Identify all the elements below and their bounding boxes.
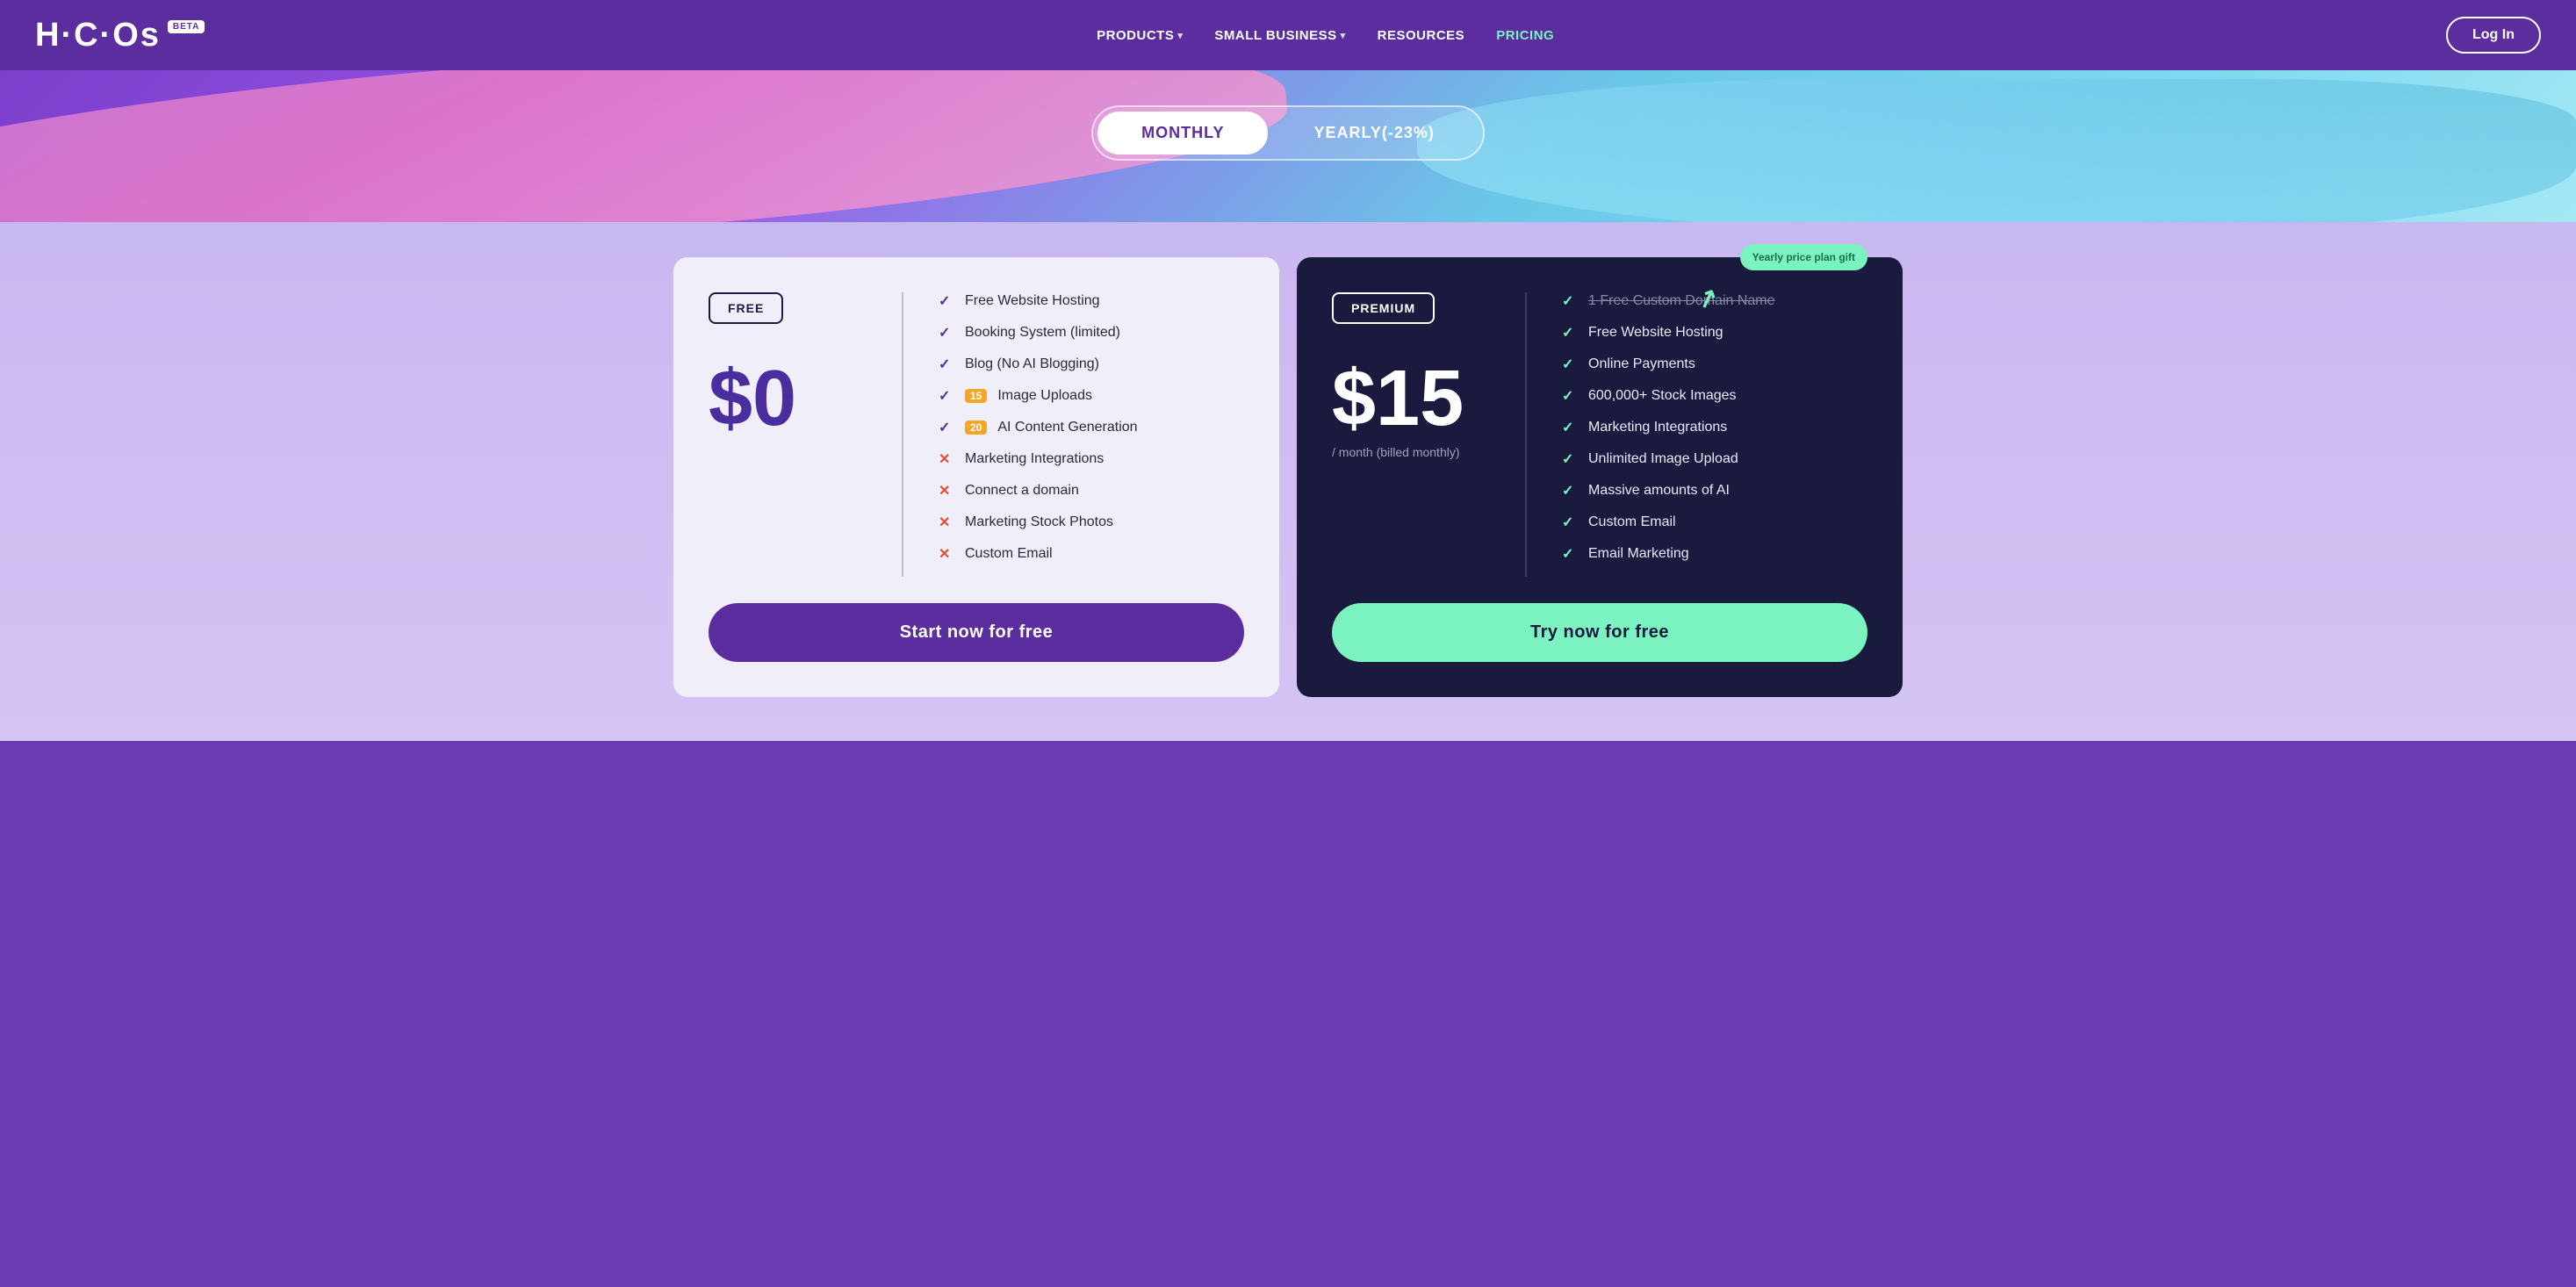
login-button[interactable]: Log In <box>2446 17 2541 54</box>
premium-price: $15 <box>1332 359 1490 438</box>
list-item: ✓ Unlimited Image Upload <box>1562 450 1867 468</box>
check-icon: ✓ <box>939 292 956 310</box>
list-item: ✕ Connect a domain <box>939 482 1244 500</box>
card-divider <box>1525 292 1527 577</box>
check-icon: ✓ <box>1562 324 1579 342</box>
free-plan-badge: FREE <box>709 292 783 324</box>
free-plan-card: FREE $0 ✓ Free Website Hosting ✓ Booking… <box>673 257 1279 697</box>
free-card-header: FREE $0 ✓ Free Website Hosting ✓ Booking… <box>709 292 1244 577</box>
list-item: ✕ Custom Email <box>939 545 1244 563</box>
list-item: ✓ 600,000+ Stock Images <box>1562 387 1867 405</box>
list-item: ✓ Booking System (limited) <box>939 324 1244 342</box>
list-item: ✓ 20 AI Content Generation <box>939 419 1244 436</box>
check-icon: ✓ <box>939 324 956 342</box>
list-item: ✓ Free Website Hosting <box>939 292 1244 310</box>
nav-small-business[interactable]: SMALL BUSINESS ▾ <box>1214 28 1345 43</box>
premium-plan-badge: PREMIUM <box>1332 292 1435 324</box>
limit-badge: 15 <box>965 389 987 403</box>
list-item: ✓ Marketing Integrations <box>1562 419 1867 436</box>
list-item: ✓ Online Payments <box>1562 356 1867 373</box>
x-icon: ✕ <box>939 450 956 468</box>
hero-section: MONTHLY YEARLY(-23%) <box>0 70 2576 222</box>
check-icon: ✓ <box>1562 514 1579 531</box>
free-card-left: FREE $0 <box>709 292 867 577</box>
list-item: ✓ Blog (No AI Blogging) <box>939 356 1244 373</box>
monthly-toggle-button[interactable]: MONTHLY <box>1097 111 1268 155</box>
check-icon: ✓ <box>939 356 956 373</box>
check-icon: ✓ <box>1562 545 1579 563</box>
yearly-toggle-button[interactable]: YEARLY(-23%) <box>1270 111 1478 155</box>
check-icon: ✓ <box>1562 292 1579 310</box>
nav-resources[interactable]: RESOURCES <box>1378 28 1465 43</box>
card-divider <box>902 292 903 577</box>
logo-area: H·C·Os BETA <box>35 18 205 52</box>
list-item: ✓ Massive amounts of AI <box>1562 482 1867 500</box>
check-icon: ✓ <box>1562 482 1579 500</box>
list-item: ✓ 15 Image Uploads <box>939 387 1244 405</box>
free-features-list: ✓ Free Website Hosting ✓ Booking System … <box>939 292 1244 577</box>
list-item: ✕ Marketing Integrations <box>939 450 1244 468</box>
x-icon: ✕ <box>939 482 956 500</box>
free-price: $0 <box>709 359 867 438</box>
billing-toggle: MONTHLY YEARLY(-23%) <box>0 105 2576 161</box>
nav-pricing[interactable]: PRICING <box>1496 28 1554 43</box>
chevron-down-icon: ▾ <box>1177 30 1183 41</box>
check-icon: ✓ <box>939 419 956 436</box>
nav: PRODUCTS ▾ SMALL BUSINESS ▾ RESOURCES PR… <box>1097 28 1554 43</box>
logo-text: H·C·Os <box>35 18 161 52</box>
beta-badge: BETA <box>168 20 205 33</box>
nav-products[interactable]: PRODUCTS ▾ <box>1097 28 1183 43</box>
main-content: FREE $0 ✓ Free Website Hosting ✓ Booking… <box>0 222 2576 741</box>
x-icon: ✕ <box>939 545 956 563</box>
check-icon: ✓ <box>1562 450 1579 468</box>
list-item: ✓ Custom Email <box>1562 514 1867 531</box>
x-icon: ✕ <box>939 514 956 531</box>
check-icon: ✓ <box>1562 356 1579 373</box>
check-icon: ✓ <box>1562 387 1579 405</box>
list-item: ✓ Free Website Hosting <box>1562 324 1867 342</box>
gift-badge: Yearly price plan gift <box>1740 244 1867 270</box>
free-cta-button[interactable]: Start now for free <box>709 603 1244 662</box>
premium-card-left: PREMIUM $15 / month (billed monthly) <box>1332 292 1490 577</box>
toggle-wrapper: MONTHLY YEARLY(-23%) <box>1091 105 1485 161</box>
pricing-grid: FREE $0 ✓ Free Website Hosting ✓ Booking… <box>673 257 1903 697</box>
check-icon: ✓ <box>1562 419 1579 436</box>
check-icon: ✓ <box>939 387 956 405</box>
premium-price-subtitle: / month (billed monthly) <box>1332 445 1490 459</box>
header: H·C·Os BETA PRODUCTS ▾ SMALL BUSINESS ▾ … <box>0 0 2576 70</box>
list-item: ✓ Email Marketing <box>1562 545 1867 563</box>
limit-badge: 20 <box>965 421 987 435</box>
list-item: ✕ Marketing Stock Photos <box>939 514 1244 531</box>
chevron-down-icon: ▾ <box>1341 30 1346 41</box>
premium-plan-card: Yearly price plan gift ↙ PREMIUM $15 / m… <box>1297 257 1903 697</box>
premium-features-list: ✓ 1 Free Custom Domain Name ✓ Free Websi… <box>1562 292 1867 577</box>
premium-card-header: PREMIUM $15 / month (billed monthly) ✓ 1… <box>1332 292 1867 577</box>
premium-cta-button[interactable]: Try now for free <box>1332 603 1867 662</box>
